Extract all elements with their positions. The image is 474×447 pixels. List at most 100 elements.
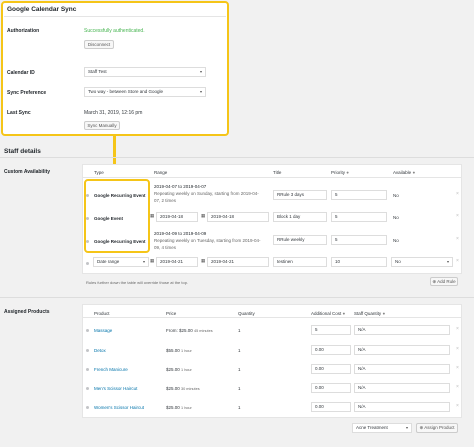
close-icon[interactable]: × [456, 258, 459, 264]
close-icon[interactable]: × [456, 326, 459, 332]
sync-preference-select[interactable]: Two way - between Store and Google ▾ [84, 87, 206, 97]
row-priority-input[interactable]: 5 [331, 235, 387, 245]
calendar-icon[interactable]: ▦ [201, 213, 205, 219]
calendar-icon[interactable]: ▦ [201, 258, 205, 264]
close-icon[interactable]: × [456, 191, 459, 197]
staff-quantity-input[interactable]: N/A [354, 383, 450, 393]
gcal-title: Google Calendar Sync [7, 6, 77, 13]
product-price: $25.00 30 minutes [166, 386, 200, 391]
last-sync-value: March 31, 2019, 12:16 pm [84, 110, 143, 116]
drag-handle-icon[interactable] [86, 406, 89, 409]
product-quantity: 1 [238, 405, 241, 410]
header-product: Product [94, 311, 110, 316]
header-staff-quantity-label: Staff Quantity [354, 311, 382, 316]
row-available-select[interactable]: No ▾ [391, 257, 453, 267]
additional-cost-input[interactable]: 5 [311, 325, 351, 335]
rules-note: Rules further down the table will overri… [86, 280, 189, 285]
close-icon[interactable]: × [456, 213, 459, 219]
row-priority-input[interactable]: 5 [331, 212, 387, 222]
header-title: Title [273, 170, 282, 175]
additional-cost-input[interactable]: 0.00 [311, 364, 351, 374]
drag-handle-icon[interactable] [86, 349, 89, 352]
row-range-line3: 09, 4 times [154, 245, 177, 250]
price-value: $25.00 [166, 386, 180, 391]
chevron-down-icon: ▾ [405, 425, 408, 430]
sync-manually-button[interactable]: Sync Manually [84, 121, 120, 130]
product-link[interactable]: Detox [94, 348, 106, 353]
row-title-input[interactable]: RRule weekly [273, 235, 327, 245]
additional-cost-input[interactable]: 0.00 [311, 345, 351, 355]
row-type-select[interactable]: Date range ▾ [93, 257, 149, 267]
product-link[interactable]: Massage [94, 328, 112, 333]
assign-product-button[interactable]: ⊕ Assign Product [416, 423, 458, 433]
additional-cost-input[interactable]: 0.00 [311, 402, 351, 412]
sync-preference-label: Sync Preference [7, 90, 47, 96]
product-link[interactable]: French Manicure [94, 367, 128, 372]
product-select-value: Acne Treatment [356, 425, 388, 430]
row-title-input[interactable]: Block 1 day [273, 212, 327, 222]
sync-preference-value: Two way - between Store and Google [88, 89, 164, 94]
header-additional-cost: Additional Cost ● [311, 311, 345, 316]
row-available: No [393, 215, 399, 220]
row-title-input[interactable]: testinen [273, 257, 327, 267]
close-icon[interactable]: × [456, 384, 459, 390]
calendar-id-label: Calendar ID [7, 70, 35, 76]
row-from-input[interactable]: 2019-04-18 [156, 212, 198, 222]
products-table [82, 304, 462, 418]
row-to-input[interactable]: 2019-04-21 [207, 257, 269, 267]
close-icon[interactable]: × [456, 346, 459, 352]
header-available-label: Available [393, 170, 412, 175]
type-column-highlight [84, 179, 150, 253]
row-range-line2: Repeating weekly on Sunday, starting fro… [154, 191, 259, 196]
drag-handle-icon[interactable] [86, 368, 89, 371]
staff-quantity-input[interactable]: N/A [354, 325, 450, 335]
row-title-input[interactable]: RRule 3 days [273, 190, 327, 200]
help-icon[interactable]: ● [343, 311, 346, 316]
drag-handle-icon[interactable] [86, 329, 89, 332]
product-price: $25.00 1 hour [166, 367, 192, 372]
header-priority-label: Priority [331, 170, 346, 175]
row-priority-input[interactable]: 10 [331, 257, 387, 267]
section-divider [0, 297, 474, 298]
product-quantity: 1 [238, 386, 241, 391]
header-range: Range [154, 170, 168, 175]
header-quantity: Quantity [238, 311, 255, 316]
close-icon[interactable]: × [456, 365, 459, 371]
additional-cost-input[interactable]: 0.00 [311, 383, 351, 393]
staff-quantity-input[interactable]: N/A [354, 364, 450, 374]
product-quantity: 1 [238, 348, 241, 353]
add-rule-button[interactable]: ⊕ Add Rule [430, 277, 458, 286]
drag-handle-icon[interactable] [86, 387, 89, 390]
duration: 1 hour [181, 349, 192, 353]
header-available: Available ● [393, 170, 415, 175]
header-priority: Priority ● [331, 170, 349, 175]
calendar-icon[interactable]: ▦ [150, 258, 154, 264]
auth-status: Successfully authenticated. [84, 28, 145, 34]
row-to-input[interactable]: 2019-04-18 [207, 212, 269, 222]
row-from-input[interactable]: 2019-04-21 [156, 257, 198, 267]
product-link[interactable]: Women's Scissor Haircut [94, 405, 144, 410]
close-icon[interactable]: × [456, 403, 459, 409]
row-type-value: Date range [97, 259, 120, 264]
row-available: No [393, 238, 399, 243]
row-priority-input[interactable]: 5 [331, 190, 387, 200]
staff-quantity-input[interactable]: N/A [354, 345, 450, 355]
product-link[interactable]: Men's Scissor Haircut [94, 386, 137, 391]
disconnect-button[interactable]: Disconnect [84, 40, 114, 49]
product-price: From: $25.00 45 minutes [166, 328, 213, 333]
close-icon[interactable]: × [456, 236, 459, 242]
staff-details-title: Staff details [4, 148, 41, 155]
product-quantity: 1 [238, 328, 241, 333]
calendar-icon[interactable]: ▦ [150, 213, 154, 219]
price-value: $25.00 [166, 405, 180, 410]
help-icon[interactable]: ● [382, 311, 385, 316]
calendar-id-select[interactable]: Staff Test ▾ [84, 67, 206, 77]
custom-availability-label: Custom Availability [4, 169, 51, 175]
drag-handle-icon[interactable] [86, 262, 89, 265]
staff-quantity-input[interactable]: N/A [354, 402, 450, 412]
chevron-down-icon: ▾ [446, 259, 449, 264]
product-select[interactable]: Acne Treatment ▾ [352, 423, 412, 433]
help-icon[interactable]: ● [412, 170, 415, 175]
row-range-line2: Repeating weekly on Tuesday, starting fr… [154, 238, 261, 243]
help-icon[interactable]: ● [346, 170, 349, 175]
